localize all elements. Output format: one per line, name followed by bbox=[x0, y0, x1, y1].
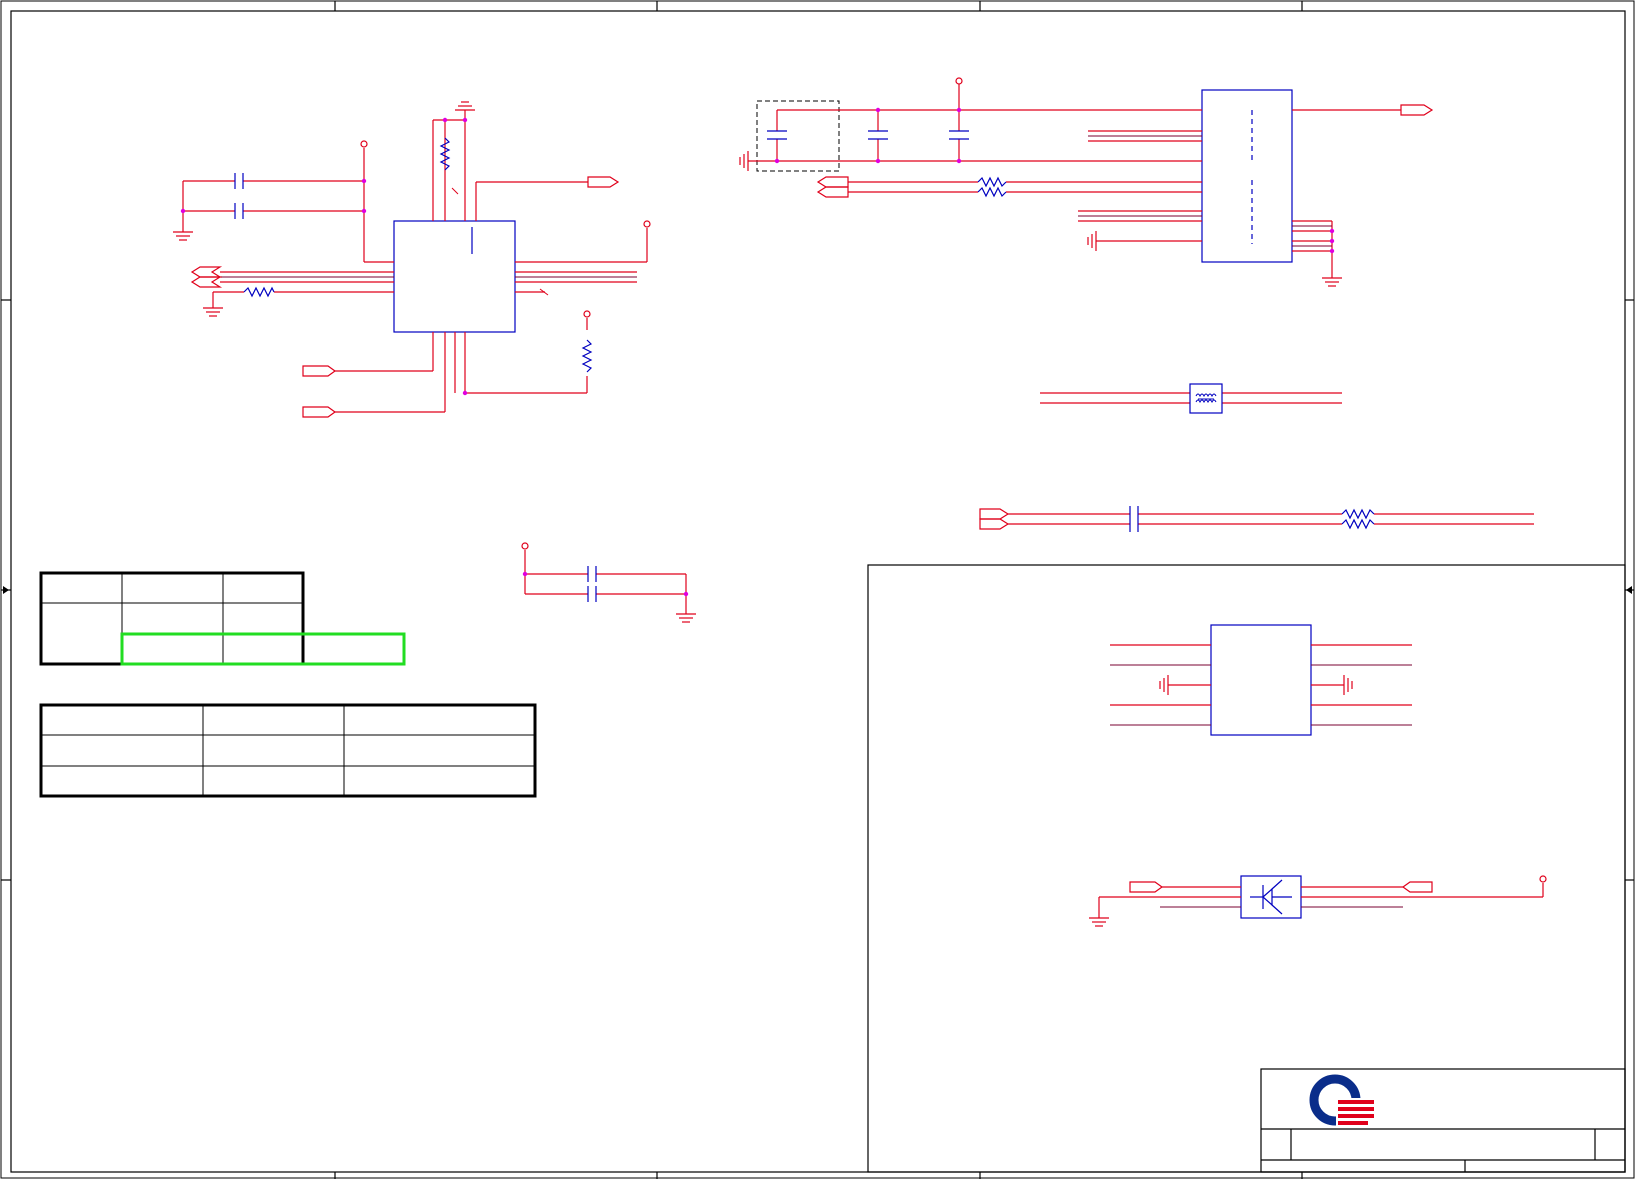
ground-icon bbox=[203, 307, 223, 317]
ground-icon bbox=[676, 613, 696, 623]
lower-right-panel bbox=[867, 564, 1626, 1173]
resistor-pair-top bbox=[977, 176, 1007, 188]
offpage-connector-input bbox=[302, 406, 337, 418]
left-ic-block bbox=[173, 101, 651, 418]
ground-icon bbox=[739, 151, 749, 171]
schematic-sheet bbox=[0, 0, 1635, 1180]
capacitor-row bbox=[767, 130, 969, 140]
resistor-bottom bbox=[581, 339, 593, 373]
ground-icon bbox=[1343, 675, 1353, 695]
ground-icon bbox=[1089, 917, 1109, 927]
capacitor-series bbox=[1129, 506, 1139, 532]
choke-icon bbox=[1195, 393, 1217, 404]
top-right-ic-block bbox=[739, 77, 1434, 287]
resistor-pair-bottom bbox=[977, 186, 1007, 198]
schematic-canvas bbox=[0, 0, 1635, 1179]
offpage-connector-output bbox=[1400, 104, 1434, 116]
offpage-connector-bidir bbox=[190, 276, 223, 288]
offpage-connector-bidir bbox=[816, 186, 849, 198]
zone-arrows bbox=[3, 586, 1632, 594]
power-pin-icon bbox=[643, 220, 651, 228]
offpage-connector-bidir bbox=[979, 518, 1010, 530]
eight-pin-ic-block bbox=[1110, 624, 1412, 736]
table-1 bbox=[39, 571, 406, 666]
ground-icon bbox=[173, 231, 193, 241]
highlighted-row bbox=[120, 632, 406, 666]
power-pin-icon bbox=[1539, 875, 1547, 883]
decoupling-cap-pair bbox=[521, 542, 696, 623]
resistor-left bbox=[243, 286, 275, 298]
ground-icon bbox=[1322, 277, 1342, 287]
offpage-connector-bidir bbox=[979, 508, 1010, 520]
power-pin-icon bbox=[360, 140, 368, 148]
offpage-connector-bidir bbox=[816, 176, 849, 188]
offpage-connector-input bbox=[1401, 881, 1433, 893]
coupling-network-block bbox=[979, 506, 1534, 532]
ground-icon bbox=[1087, 231, 1097, 251]
capacitor-pair-left bbox=[234, 173, 244, 219]
common-mode-choke-block bbox=[1040, 383, 1342, 414]
power-pin-icon bbox=[521, 542, 529, 550]
eight-pin-ic-body bbox=[1210, 624, 1312, 736]
sheet-frame bbox=[0, 0, 1635, 1179]
company-logo bbox=[1309, 1074, 1376, 1128]
top-right-ic-body bbox=[1201, 89, 1293, 263]
power-pin-icon bbox=[955, 77, 963, 85]
offpage-connector-input bbox=[1129, 881, 1164, 893]
offpage-connector-bidir bbox=[190, 266, 223, 278]
transistor-block bbox=[1089, 875, 1547, 927]
power-pin-icon bbox=[583, 310, 591, 318]
transistor-icon bbox=[1250, 879, 1292, 915]
resistor-series-top bbox=[1341, 508, 1375, 520]
resistor-series-bottom bbox=[1341, 518, 1375, 530]
table-2 bbox=[39, 703, 537, 798]
ground-icon bbox=[455, 101, 475, 111]
left-ic-body bbox=[393, 220, 516, 333]
offpage-connector-input bbox=[302, 365, 337, 377]
ground-icon bbox=[1159, 675, 1169, 695]
offpage-connector-output bbox=[587, 176, 620, 188]
